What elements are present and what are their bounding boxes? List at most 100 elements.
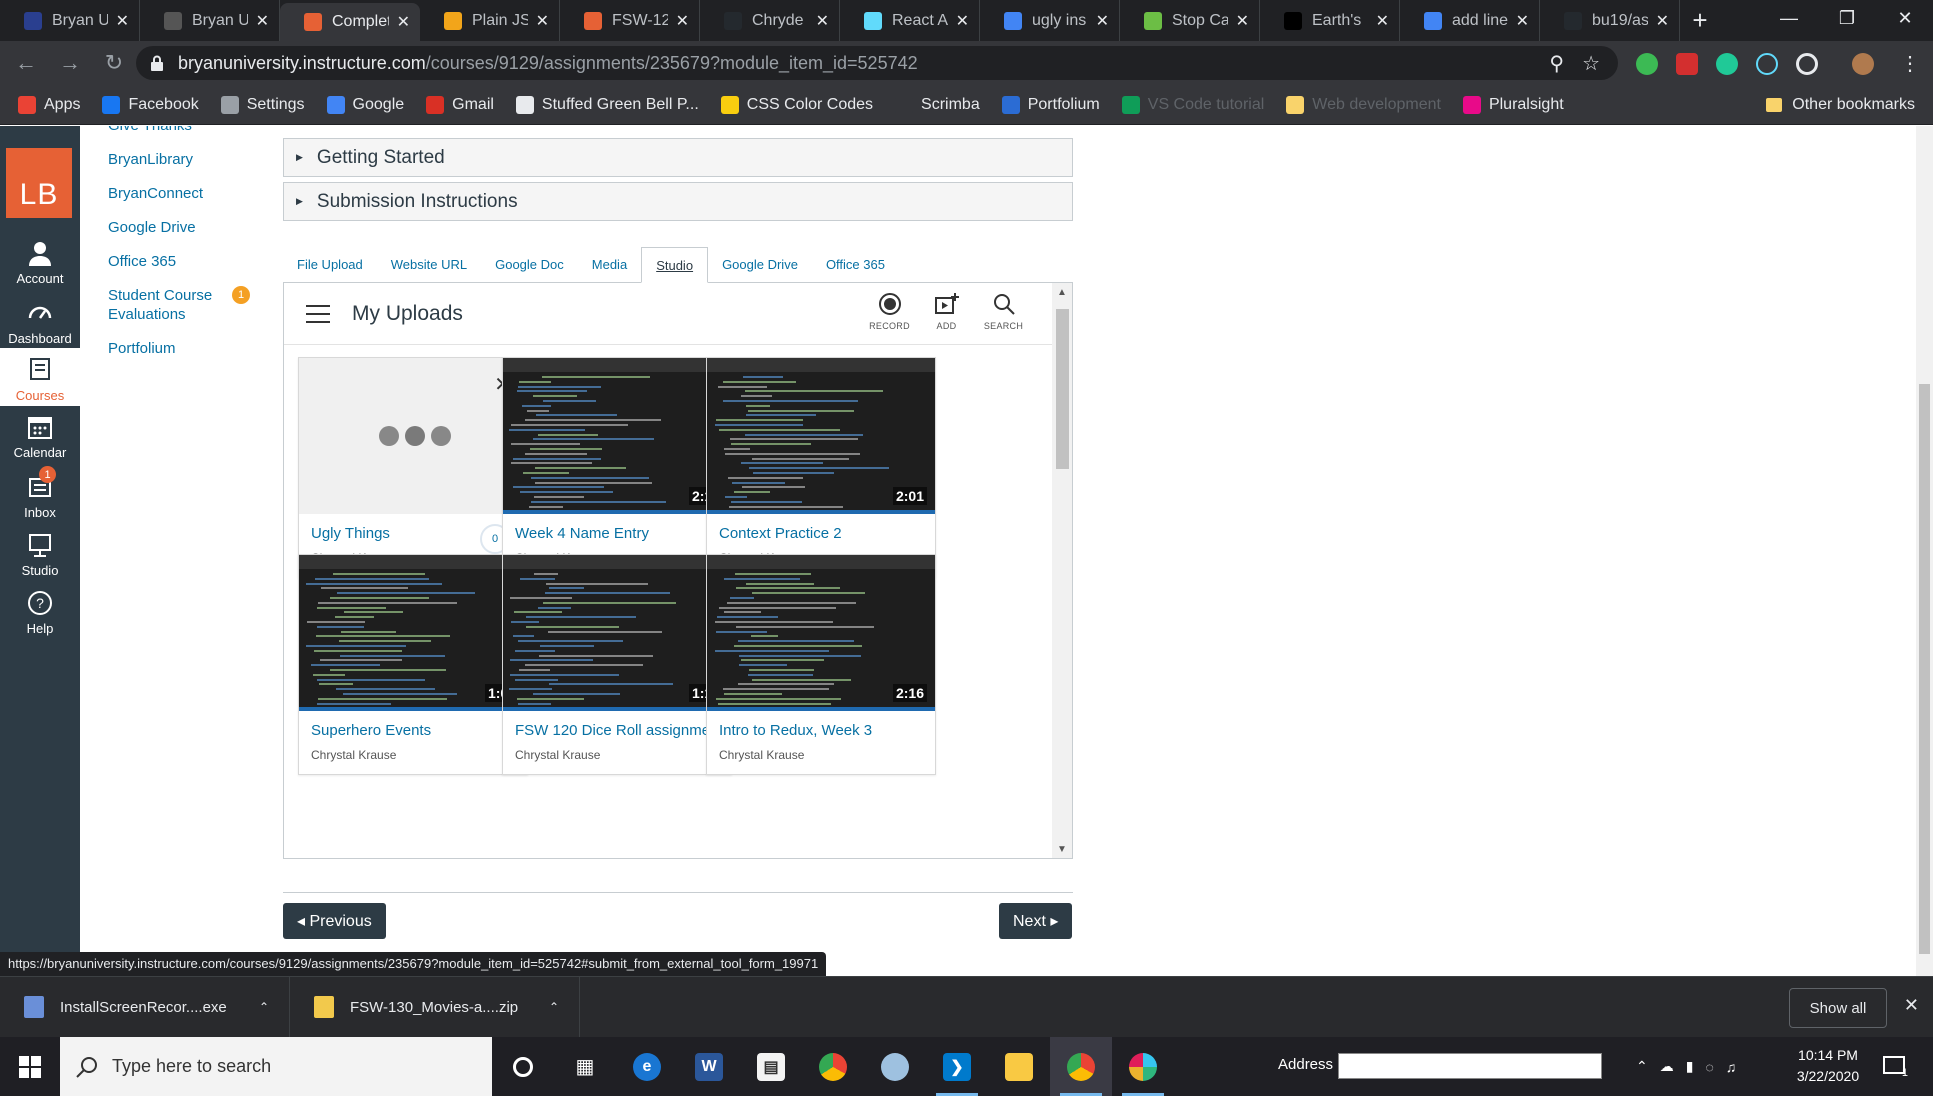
menu-kebab-icon[interactable]: ⋮ (1900, 51, 1920, 76)
tab-google-drive[interactable]: Google Drive (708, 246, 812, 282)
video-thumbnail[interactable]: 2:01 (707, 358, 935, 514)
video-thumbnail[interactable]: ✕ (299, 358, 527, 514)
bookmark-folder[interactable]: Web development (1286, 95, 1441, 114)
bookmark-gear[interactable]: Settings (220, 95, 305, 114)
notification-center-icon[interactable]: 1 (1882, 1053, 1908, 1079)
address-toolbar-input[interactable] (1338, 1053, 1602, 1079)
zoom-icon[interactable]: ⚲ (1549, 51, 1564, 76)
browser-tab[interactable]: bu19/as ✕ (1540, 0, 1680, 41)
video-thumbnail[interactable]: 2:12 (503, 358, 731, 514)
nav-calendar[interactable]: Calendar (0, 406, 80, 460)
tab-studio[interactable]: Studio (641, 247, 709, 283)
close-tab-icon[interactable]: ✕ (956, 11, 969, 31)
nav-account[interactable]: Account (0, 232, 80, 286)
nav-help[interactable]: ? Help (0, 582, 80, 636)
page-scrollbar[interactable] (1916, 126, 1933, 976)
bookmark-facebook[interactable]: Facebook (102, 95, 199, 114)
profile-avatar[interactable] (1852, 53, 1874, 75)
course-nav-bryanlibrary[interactable]: BryanLibrary (108, 150, 268, 169)
nav-dashboard[interactable]: Dashboard (0, 292, 80, 346)
minimize-button[interactable]: — (1760, 0, 1818, 36)
video-title[interactable]: Week 4 Name Entry (515, 525, 649, 542)
forward-button[interactable]: → (52, 45, 88, 81)
video-card[interactable]: 1:12 FSW 120 Dice Roll assignment Chrystal… (502, 554, 732, 775)
video-thumbnail[interactable]: 2:16 (707, 555, 935, 711)
react-devtools-icon[interactable] (1756, 53, 1778, 75)
hamburger-menu-icon[interactable] (306, 304, 330, 323)
tab-google-doc[interactable]: Google Doc (481, 246, 578, 282)
add-button[interactable]: ADD (918, 291, 975, 331)
browser-tab[interactable]: ugly ins ✕ (980, 0, 1120, 41)
next-button[interactable]: Next ▸ (999, 903, 1073, 939)
start-button[interactable] (0, 1037, 60, 1096)
extension-icon[interactable] (1796, 53, 1818, 75)
close-tab-icon[interactable]: ✕ (816, 11, 829, 31)
scroll-up-arrow-icon[interactable]: ▲ (1057, 287, 1067, 298)
browser-tab[interactable]: Complet ✕ (280, 3, 420, 41)
video-title[interactable]: Superhero Events (311, 722, 431, 739)
nav-inbox[interactable]: Inbox 1 (0, 466, 80, 520)
bookmark-page[interactable]: Stuffed Green Bell P... (515, 95, 699, 114)
video-thumbnail[interactable]: 1:12 (503, 555, 731, 711)
close-tab-icon[interactable]: ✕ (1376, 11, 1389, 31)
close-tab-icon[interactable]: ✕ (676, 11, 689, 31)
bookmark-scrimba[interactable]: Scrimba (895, 95, 980, 114)
tab-office-365[interactable]: Office 365 (812, 246, 899, 282)
download-item[interactable]: InstallScreenRecor....exe ⌃ (0, 976, 290, 1038)
close-tab-icon[interactable]: ✕ (1516, 11, 1529, 31)
browser-tab[interactable]: Bryan Ur ✕ (140, 0, 280, 41)
record-button[interactable]: RECORD (861, 291, 918, 331)
nav-studio[interactable]: Studio (0, 524, 80, 578)
volume-icon[interactable]: ♫ (1726, 1059, 1737, 1075)
new-tab-button[interactable]: + (1680, 0, 1720, 41)
bookmark-q[interactable]: CSS Color Codes (720, 95, 873, 114)
browser-tab[interactable]: React Ap ✕ (840, 0, 980, 41)
close-icon[interactable]: ✕ (1904, 995, 1919, 1016)
extension-icon[interactable] (1636, 53, 1658, 75)
close-tab-icon[interactable]: ✕ (536, 11, 549, 31)
bookmark-google[interactable]: Google (326, 95, 404, 114)
video-card[interactable]: ✕Ugly ThingsChrystal Krause0PROCESSING (298, 357, 528, 578)
browser-tab[interactable]: Plain JS ✕ (420, 0, 560, 41)
file-explorer-icon[interactable] (988, 1037, 1050, 1096)
back-button[interactable]: ← (8, 45, 44, 81)
wifi-icon[interactable]: ◌ (1705, 1059, 1713, 1075)
scrollbar-thumb[interactable] (1056, 309, 1069, 469)
maximize-button[interactable]: ❐ (1818, 0, 1876, 36)
browser-tab[interactable]: Earth's ✕ (1260, 0, 1400, 41)
extension-icon[interactable] (1716, 53, 1738, 75)
bookmark-portfolium[interactable]: Portfolium (1001, 95, 1100, 114)
reload-button[interactable]: ↻ (96, 45, 132, 81)
close-tab-icon[interactable]: ✕ (1236, 11, 1249, 31)
browser-tab[interactable]: Bryan Ur ✕ (0, 0, 140, 41)
paint-icon[interactable] (864, 1037, 926, 1096)
show-all-button[interactable]: Show all (1789, 988, 1887, 1028)
nav-courses[interactable]: Courses (0, 348, 80, 406)
course-nav-student-course-evaluations[interactable]: Student Course Evaluations 1 (108, 286, 268, 324)
search-button[interactable]: SEARCH (975, 291, 1032, 331)
address-bar[interactable]: bryanuniversity.instructure.com/courses/… (136, 46, 1618, 80)
close-window-button[interactable]: ✕ (1876, 0, 1933, 36)
other-bookmarks[interactable]: Other bookmarks (1766, 85, 1915, 125)
course-nav-bryanconnect[interactable]: BryanConnect (108, 184, 268, 203)
institution-logo[interactable]: LB (6, 148, 72, 218)
store-icon[interactable]: ▤ (740, 1037, 802, 1096)
previous-button[interactable]: ◂ Previous (283, 903, 386, 939)
video-title[interactable]: Intro to Redux, Week 3 (719, 722, 872, 739)
browser-tab[interactable]: FSW-12 ✕ (560, 0, 700, 41)
bookmark-star-icon[interactable]: ☆ (1582, 51, 1600, 76)
system-clock[interactable]: 10:14 PM 3/22/2020 (1786, 1045, 1870, 1087)
tab-website-url[interactable]: Website URL (377, 246, 481, 282)
submission-instructions-section[interactable]: ▶ Submission Instructions (283, 182, 1073, 221)
extension-icon[interactable] (1676, 53, 1698, 75)
close-tab-icon[interactable]: ✕ (1656, 11, 1669, 31)
close-tab-icon[interactable]: ✕ (397, 12, 410, 32)
battery-icon[interactable]: ▮ (1686, 1058, 1694, 1075)
close-tab-icon[interactable]: ✕ (116, 11, 129, 31)
bookmark-pluralsight[interactable]: Pluralsight (1462, 95, 1564, 114)
studio-scrollbar[interactable]: ▲ ▼ (1052, 283, 1072, 858)
getting-started-section[interactable]: ▶ Getting Started (283, 138, 1073, 177)
video-card[interactable]: 2:16 Intro to Redux, Week 3 Chrystal Kraus… (706, 554, 936, 775)
video-title[interactable]: Context Practice 2 (719, 525, 842, 542)
onedrive-icon[interactable]: ☁ (1660, 1058, 1674, 1075)
